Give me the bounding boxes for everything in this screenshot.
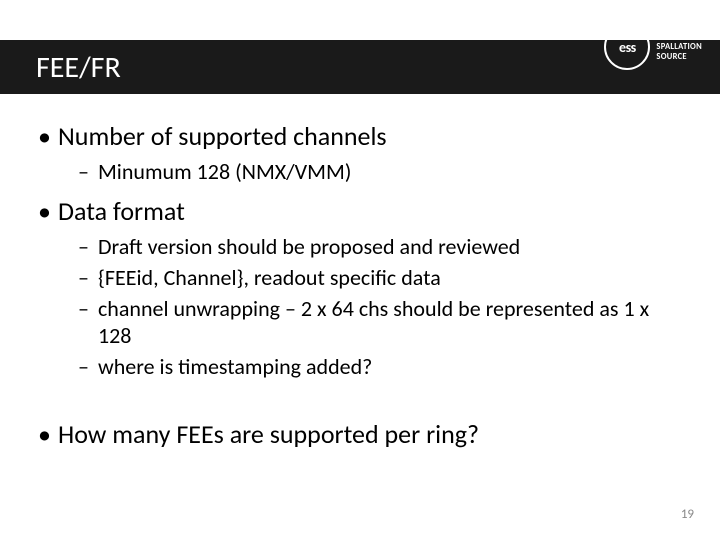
ess-logo-abbrev: ess [619, 39, 636, 56]
ess-logo-circle: ess [604, 24, 650, 70]
bullet-l2: Draft version should be proposed and rev… [36, 233, 684, 260]
ess-logo-text: EUROPEAN SPALLATION SOURCE [656, 32, 702, 63]
bullet-l2: Minumum 128 (NMX/VMM) [36, 158, 684, 185]
bullet-l1: How many FEEs are supported per ring? [36, 418, 684, 450]
page-number: 19 [681, 507, 694, 522]
ess-logo-line2: SPALLATION [656, 42, 702, 52]
bullet-group: Number of supported channels Minumum 128… [36, 120, 684, 185]
spacer [36, 390, 684, 418]
bullet-l1: Number of supported channels [36, 120, 684, 152]
slide-title: FEE/FR [36, 49, 121, 86]
ess-logo-line1: EUROPEAN [656, 32, 702, 42]
bullet-l1: Data format [36, 195, 684, 227]
ess-logo-line3: SOURCE [656, 52, 702, 62]
slide-content: Number of supported channels Minumum 128… [36, 120, 684, 460]
bullet-l2: channel unwrapping – 2 x 64 chs should b… [36, 295, 684, 349]
ess-logo: ess EUROPEAN SPALLATION SOURCE [604, 24, 702, 70]
bullet-group: Data format Draft version should be prop… [36, 195, 684, 380]
bullet-group: How many FEEs are supported per ring? [36, 418, 684, 450]
bullet-l2: where is timestamping added? [36, 353, 684, 380]
bullet-l2: {FEEid, Channel}, readout specific data [36, 264, 684, 291]
